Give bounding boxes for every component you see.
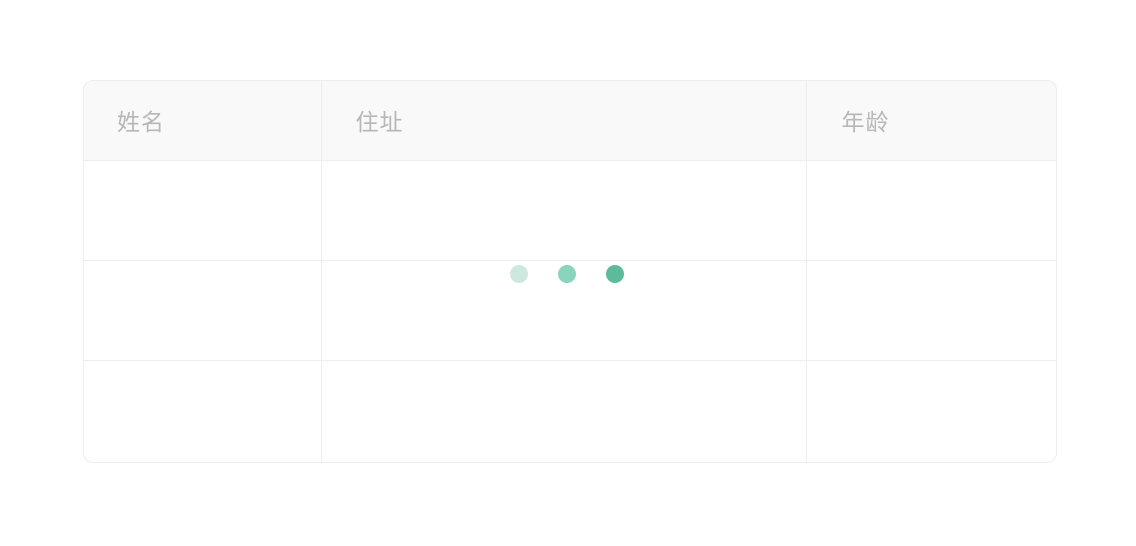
- table-cell: [84, 260, 322, 361]
- table-body: [84, 160, 1056, 462]
- table-row: [84, 360, 1056, 462]
- table-cell: [806, 360, 1056, 462]
- column-header-name[interactable]: 姓名: [84, 81, 322, 161]
- loading-dot-3: [606, 265, 624, 283]
- table-row: [84, 160, 1056, 261]
- table-cell: [321, 360, 807, 462]
- table-cell: [806, 160, 1056, 261]
- loading-spinner: [510, 264, 630, 284]
- table-cell: [321, 160, 807, 261]
- table-header: 姓名 住址 年龄: [84, 81, 1056, 161]
- loading-dot-1: [510, 265, 528, 283]
- table-cell: [806, 260, 1056, 361]
- column-header-age[interactable]: 年龄: [806, 81, 1056, 161]
- column-header-address[interactable]: 住址: [321, 81, 807, 161]
- loading-dot-2: [558, 265, 576, 283]
- table-cell: [84, 360, 322, 462]
- table-cell: [84, 160, 322, 261]
- table-header-row: 姓名 住址 年龄: [84, 81, 1056, 161]
